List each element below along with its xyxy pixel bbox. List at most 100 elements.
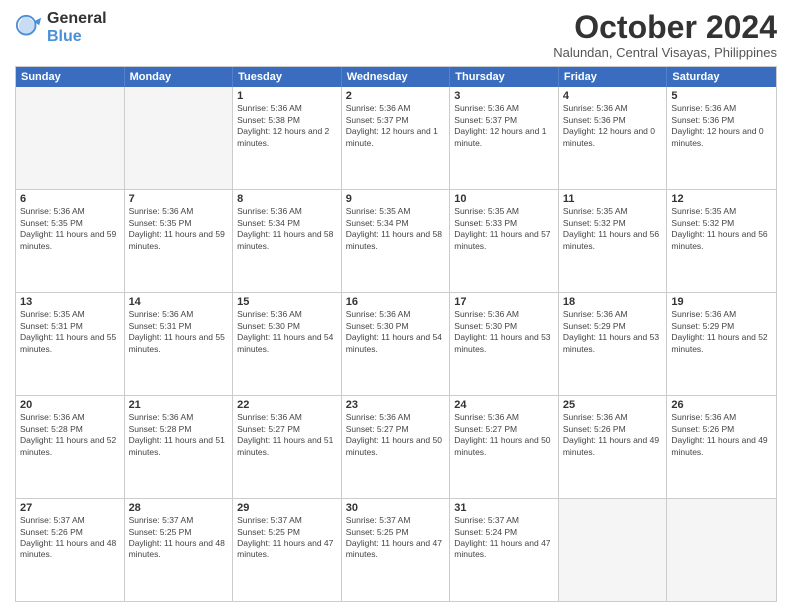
day-number: 26 — [671, 399, 772, 411]
day-number: 10 — [454, 193, 554, 205]
day-number: 17 — [454, 296, 554, 308]
calendar-row-3: 20 Sunrise: 5:36 AM Sunset: 5:28 PM Dayli… — [16, 395, 776, 498]
calendar-cell-4-2: 29Sunrise: 5:37 AM Sunset: 5:25 PM Dayli… — [233, 499, 342, 601]
cell-details: Sunrise: 5:36 AM Sunset: 5:26 PM Dayligh… — [563, 412, 663, 458]
calendar-cell-3-1: 21Sunrise: 5:36 AM Sunset: 5:28 PM Dayli… — [125, 396, 234, 498]
day-number: 20 — [20, 399, 120, 411]
cell-details: Sunrise: 5:36 AM Sunset: 5:27 PM Dayligh… — [454, 412, 554, 458]
cell-details: Sunrise: 5:35 AM Sunset: 5:34 PM Dayligh… — [346, 206, 446, 252]
day-number: 28 — [129, 502, 229, 514]
day-number: 16 — [346, 296, 446, 308]
logo: General Blue — [15, 10, 107, 45]
header-saturday: Saturday — [667, 67, 776, 87]
cell-details: Sunrise: 5:36 AM Sunset: 5:34 PM Dayligh… — [237, 206, 337, 252]
day-number: 15 — [237, 296, 337, 308]
calendar-cell-1-1: 7Sunrise: 5:36 AM Sunset: 5:35 PM Daylig… — [125, 190, 234, 292]
calendar-body: 1Sunrise: 5:36 AM Sunset: 5:38 PM Daylig… — [16, 87, 776, 601]
day-number: 27 — [20, 502, 120, 514]
day-number: 21 — [129, 399, 229, 411]
calendar-cell-3-0: 20Sunrise: 5:36 AM Sunset: 5:28 PM Dayli… — [16, 396, 125, 498]
calendar-cell-0-3: 2Sunrise: 5:36 AM Sunset: 5:37 PM Daylig… — [342, 87, 451, 189]
calendar-cell-0-1 — [125, 87, 234, 189]
day-number: 31 — [454, 502, 554, 514]
calendar-cell-2-4: 17Sunrise: 5:36 AM Sunset: 5:30 PM Dayli… — [450, 293, 559, 395]
calendar-cell-2-2: 15Sunrise: 5:36 AM Sunset: 5:30 PM Dayli… — [233, 293, 342, 395]
calendar-row-0: 1Sunrise: 5:36 AM Sunset: 5:38 PM Daylig… — [16, 87, 776, 189]
cell-details: Sunrise: 5:37 AM Sunset: 5:24 PM Dayligh… — [454, 515, 554, 561]
calendar-cell-4-3: 30Sunrise: 5:37 AM Sunset: 5:25 PM Dayli… — [342, 499, 451, 601]
cell-details: Sunrise: 5:35 AM Sunset: 5:31 PM Dayligh… — [20, 309, 120, 355]
header-wednesday: Wednesday — [342, 67, 451, 87]
day-number: 9 — [346, 193, 446, 205]
cell-details: Sunrise: 5:36 AM Sunset: 5:36 PM Dayligh… — [563, 103, 663, 149]
logo-general-text: General — [47, 10, 107, 28]
day-number: 23 — [346, 399, 446, 411]
cell-details: Sunrise: 5:36 AM Sunset: 5:30 PM Dayligh… — [237, 309, 337, 355]
calendar-cell-4-0: 27Sunrise: 5:37 AM Sunset: 5:26 PM Dayli… — [16, 499, 125, 601]
cell-details: Sunrise: 5:35 AM Sunset: 5:33 PM Dayligh… — [454, 206, 554, 252]
calendar-cell-3-6: 26Sunrise: 5:36 AM Sunset: 5:26 PM Dayli… — [667, 396, 776, 498]
day-number: 2 — [346, 90, 446, 102]
calendar-cell-0-5: 4Sunrise: 5:36 AM Sunset: 5:36 PM Daylig… — [559, 87, 668, 189]
header-sunday: Sunday — [16, 67, 125, 87]
day-number: 3 — [454, 90, 554, 102]
calendar-row-1: 6Sunrise: 5:36 AM Sunset: 5:35 PM Daylig… — [16, 189, 776, 292]
day-number: 22 — [237, 399, 337, 411]
calendar-cell-1-6: 12Sunrise: 5:35 AM Sunset: 5:32 PM Dayli… — [667, 190, 776, 292]
calendar-cell-3-2: 22Sunrise: 5:36 AM Sunset: 5:27 PM Dayli… — [233, 396, 342, 498]
location-subtitle: Nalundan, Central Visayas, Philippines — [553, 45, 777, 60]
calendar: Sunday Monday Tuesday Wednesday Thursday… — [15, 66, 777, 602]
header-thursday: Thursday — [450, 67, 559, 87]
calendar-cell-4-6 — [667, 499, 776, 601]
day-number: 18 — [563, 296, 663, 308]
cell-details: Sunrise: 5:36 AM Sunset: 5:30 PM Dayligh… — [454, 309, 554, 355]
cell-details: Sunrise: 5:36 AM Sunset: 5:36 PM Dayligh… — [671, 103, 772, 149]
calendar-header: Sunday Monday Tuesday Wednesday Thursday… — [16, 67, 776, 87]
calendar-row-4: 27Sunrise: 5:37 AM Sunset: 5:26 PM Dayli… — [16, 498, 776, 601]
day-number: 8 — [237, 193, 337, 205]
calendar-cell-1-5: 11Sunrise: 5:35 AM Sunset: 5:32 PM Dayli… — [559, 190, 668, 292]
cell-details: Sunrise: 5:37 AM Sunset: 5:25 PM Dayligh… — [129, 515, 229, 561]
calendar-cell-0-6: 5Sunrise: 5:36 AM Sunset: 5:36 PM Daylig… — [667, 87, 776, 189]
calendar-cell-1-4: 10Sunrise: 5:35 AM Sunset: 5:33 PM Dayli… — [450, 190, 559, 292]
calendar-cell-0-0 — [16, 87, 125, 189]
calendar-cell-0-2: 1Sunrise: 5:36 AM Sunset: 5:38 PM Daylig… — [233, 87, 342, 189]
cell-details: Sunrise: 5:36 AM Sunset: 5:29 PM Dayligh… — [563, 309, 663, 355]
cell-details: Sunrise: 5:36 AM Sunset: 5:30 PM Dayligh… — [346, 309, 446, 355]
calendar-cell-4-1: 28Sunrise: 5:37 AM Sunset: 5:25 PM Dayli… — [125, 499, 234, 601]
cell-details: Sunrise: 5:35 AM Sunset: 5:32 PM Dayligh… — [563, 206, 663, 252]
cell-details: Sunrise: 5:36 AM Sunset: 5:29 PM Dayligh… — [671, 309, 772, 355]
day-number: 1 — [237, 90, 337, 102]
header: General Blue October 2024 Nalundan, Cent… — [15, 10, 777, 60]
day-number: 13 — [20, 296, 120, 308]
day-number: 24 — [454, 399, 554, 411]
logo-icon — [15, 14, 43, 42]
calendar-cell-2-3: 16Sunrise: 5:36 AM Sunset: 5:30 PM Dayli… — [342, 293, 451, 395]
cell-details: Sunrise: 5:36 AM Sunset: 5:37 PM Dayligh… — [346, 103, 446, 149]
calendar-cell-4-5 — [559, 499, 668, 601]
cell-details: Sunrise: 5:35 AM Sunset: 5:32 PM Dayligh… — [671, 206, 772, 252]
cell-details: Sunrise: 5:36 AM Sunset: 5:27 PM Dayligh… — [346, 412, 446, 458]
header-tuesday: Tuesday — [233, 67, 342, 87]
calendar-cell-1-0: 6Sunrise: 5:36 AM Sunset: 5:35 PM Daylig… — [16, 190, 125, 292]
calendar-cell-1-3: 9Sunrise: 5:35 AM Sunset: 5:34 PM Daylig… — [342, 190, 451, 292]
cell-details: Sunrise: 5:37 AM Sunset: 5:25 PM Dayligh… — [237, 515, 337, 561]
calendar-row-2: 13Sunrise: 5:35 AM Sunset: 5:31 PM Dayli… — [16, 292, 776, 395]
cell-details: Sunrise: 5:36 AM Sunset: 5:31 PM Dayligh… — [129, 309, 229, 355]
cell-details: Sunrise: 5:36 AM Sunset: 5:38 PM Dayligh… — [237, 103, 337, 149]
cell-details: Sunrise: 5:36 AM Sunset: 5:37 PM Dayligh… — [454, 103, 554, 149]
header-friday: Friday — [559, 67, 668, 87]
calendar-cell-3-5: 25Sunrise: 5:36 AM Sunset: 5:26 PM Dayli… — [559, 396, 668, 498]
calendar-cell-1-2: 8Sunrise: 5:36 AM Sunset: 5:34 PM Daylig… — [233, 190, 342, 292]
cell-details: Sunrise: 5:36 AM Sunset: 5:28 PM Dayligh… — [129, 412, 229, 458]
page: General Blue October 2024 Nalundan, Cent… — [0, 0, 792, 612]
cell-details: Sunrise: 5:36 AM Sunset: 5:26 PM Dayligh… — [671, 412, 772, 458]
day-number: 25 — [563, 399, 663, 411]
calendar-cell-3-3: 23Sunrise: 5:36 AM Sunset: 5:27 PM Dayli… — [342, 396, 451, 498]
calendar-cell-0-4: 3Sunrise: 5:36 AM Sunset: 5:37 PM Daylig… — [450, 87, 559, 189]
day-number: 14 — [129, 296, 229, 308]
cell-details: Sunrise: 5:36 AM Sunset: 5:35 PM Dayligh… — [20, 206, 120, 252]
day-number: 29 — [237, 502, 337, 514]
calendar-cell-2-1: 14Sunrise: 5:36 AM Sunset: 5:31 PM Dayli… — [125, 293, 234, 395]
logo-text: General Blue — [47, 10, 107, 45]
